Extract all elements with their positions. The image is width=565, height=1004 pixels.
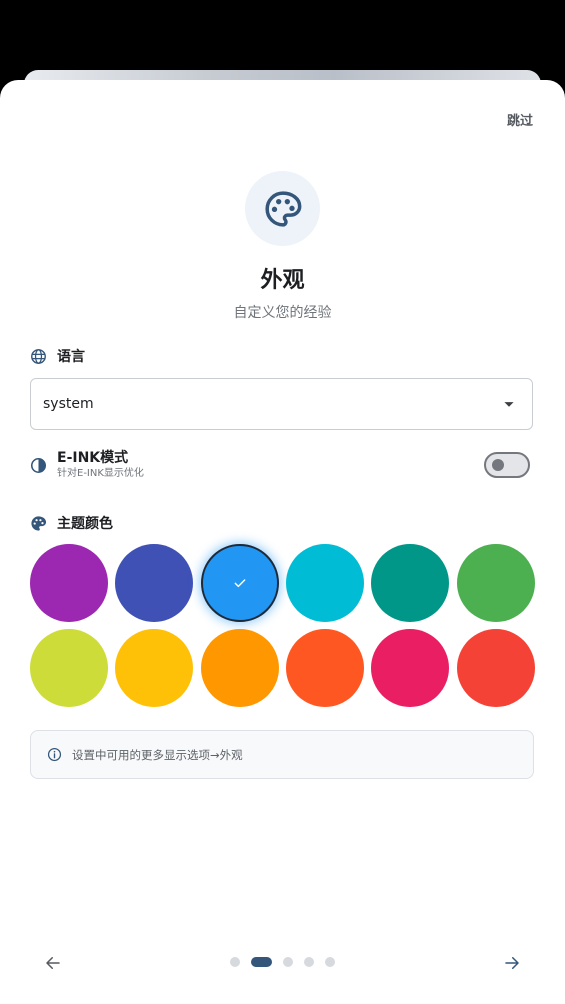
page-subtitle: 自定义您的经验 [233,305,332,321]
theme-color-swatch[interactable] [30,544,108,622]
page-dot[interactable] [325,957,335,967]
theme-color-swatch[interactable] [371,544,450,622]
theme-color-swatch[interactable] [285,629,364,707]
hero-icon-circle [245,171,320,246]
palette-icon [31,515,47,531]
back-arrow-icon[interactable] [44,954,62,972]
screen: 跳过 外观 自定义您的经验 语言 system E-INK模式 针对E-INK显… [0,0,565,1004]
language-select-value: system [43,396,94,412]
theme-section-label: 主题颜色 [30,513,113,533]
palette-icon [264,190,301,227]
info-icon [47,747,62,762]
eink-text-block: E-INK模式 针对E-INK显示优化 [57,450,144,481]
theme-color-swatch[interactable] [200,544,279,622]
dropdown-arrow-icon [504,402,514,407]
theme-color-swatch[interactable] [115,544,194,622]
theme-color-swatch[interactable] [285,544,364,622]
info-box: 设置中可用的更多显示选项→外观 [30,730,534,779]
language-section-label: 语言 [30,346,85,366]
page-title: 外观 [260,268,305,293]
language-select[interactable]: system [30,378,533,430]
toggle-knob [492,459,504,471]
eink-mode-row: E-INK模式 针对E-INK显示优化 [30,450,533,486]
theme-color-swatch[interactable] [456,544,535,622]
skip-button[interactable]: 跳过 [507,110,533,129]
page-indicator [230,957,335,967]
onboarding-sheet: 跳过 外观 自定义您的经验 语言 system E-INK模式 针对E-INK显… [0,80,565,1004]
eink-mode-toggle[interactable] [484,452,530,478]
theme-color-swatch[interactable] [456,629,535,707]
language-label: 语言 [57,349,85,365]
check-icon [234,579,245,588]
eink-mode-subtitle: 针对E-INK显示优化 [57,468,144,479]
page-dot[interactable] [304,957,314,967]
page-dot[interactable] [283,957,293,967]
page-dot[interactable] [251,957,272,967]
theme-label: 主题颜色 [57,516,113,532]
eink-mode-title: E-INK模式 [57,450,129,466]
theme-color-swatch[interactable] [115,629,194,707]
globe-icon [31,348,46,364]
info-text: 设置中可用的更多显示选项→外观 [72,747,243,762]
theme-color-swatch[interactable] [200,629,279,707]
contrast-icon [30,457,47,474]
page-dot[interactable] [230,957,240,967]
theme-color-swatch[interactable] [30,629,108,707]
next-arrow-icon[interactable] [503,954,521,972]
theme-color-swatch[interactable] [371,629,450,707]
